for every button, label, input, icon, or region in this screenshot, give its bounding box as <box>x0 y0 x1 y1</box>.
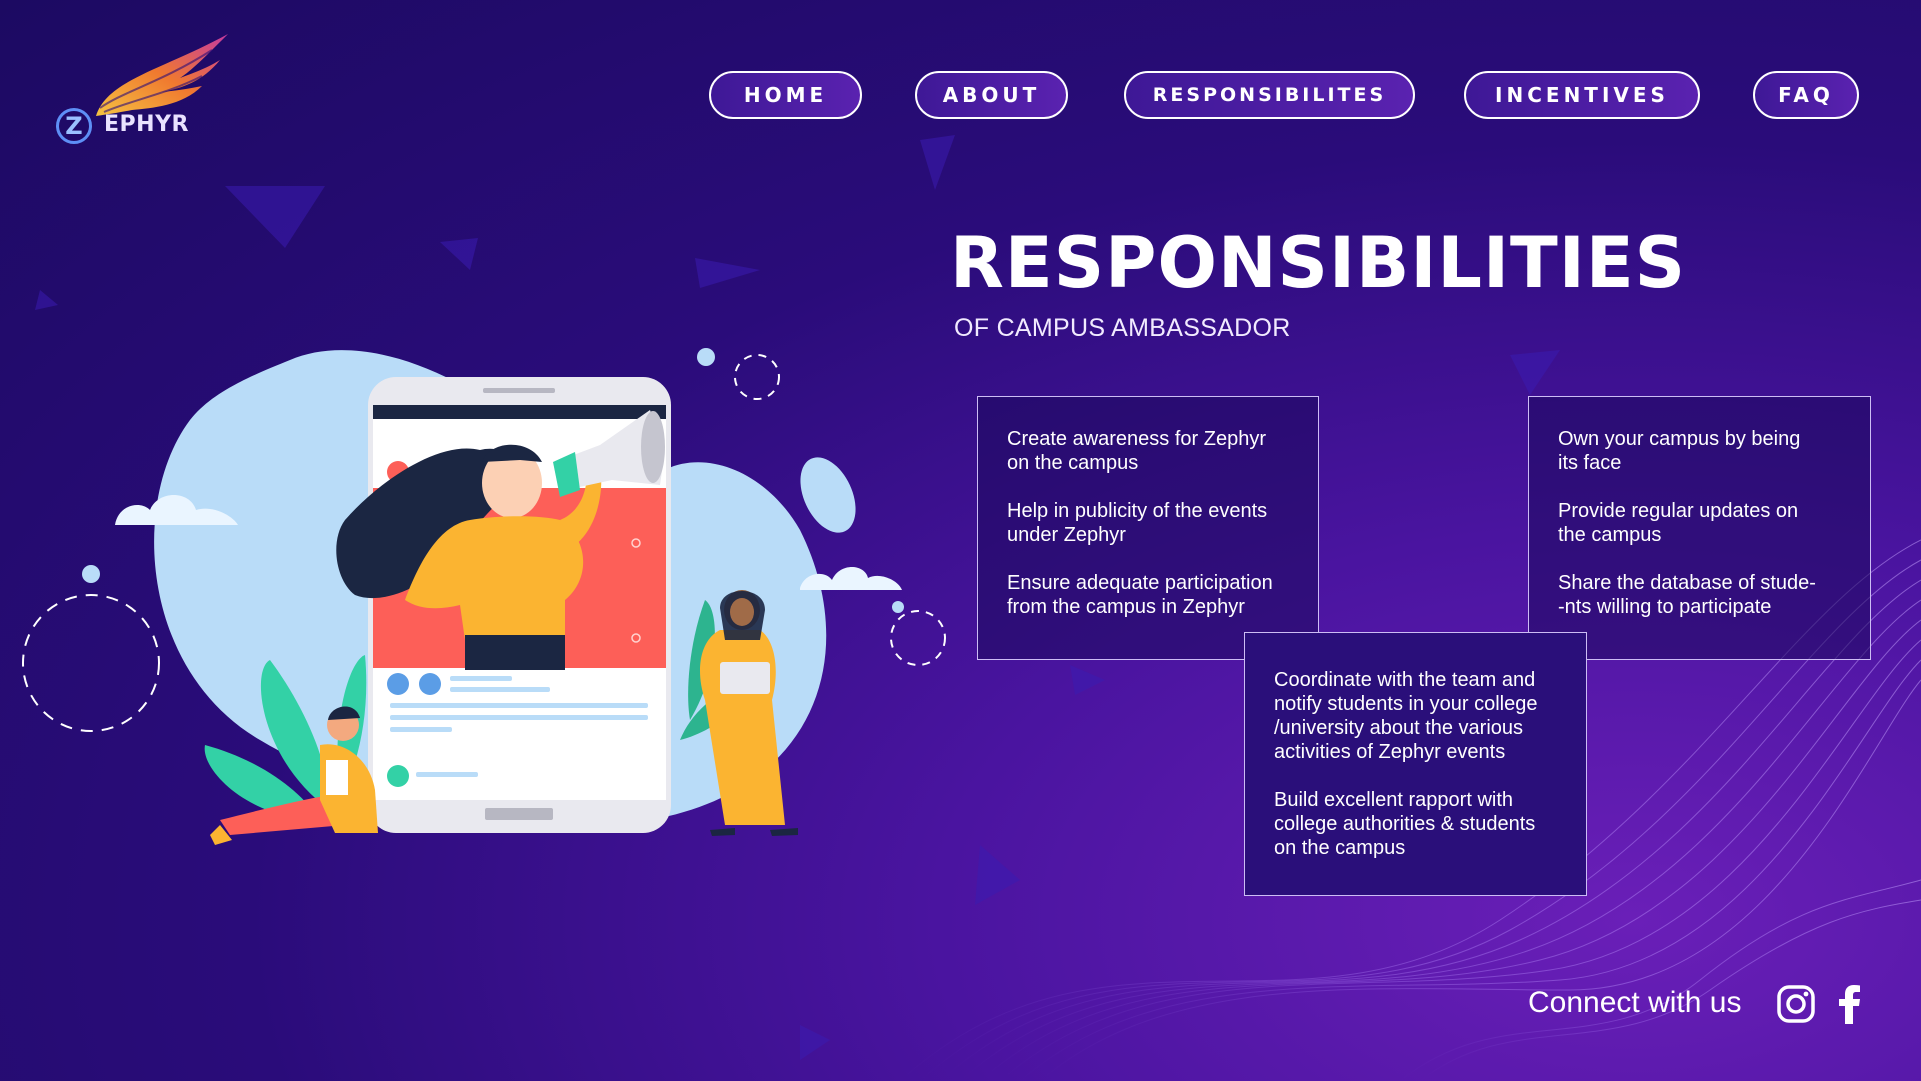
responsibility-item: Share the database of stude- -nts willin… <box>1558 572 1816 618</box>
nav-incentives-button[interactable]: INCENTIVES <box>1464 71 1700 119</box>
responsibility-item: Coordinate with the team and notify stud… <box>1274 669 1538 763</box>
dashed-circle-large <box>22 594 160 732</box>
dashed-circle-top <box>734 354 780 400</box>
nav-faq-button[interactable]: FAQ <box>1753 71 1859 119</box>
laptop-icon <box>720 662 770 694</box>
responsibility-item: Own your campus by being its face <box>1558 428 1801 474</box>
blob-drop <box>800 457 856 533</box>
dot-4 <box>892 601 904 613</box>
responsibility-card-3: Coordinate with the team and notify stud… <box>1244 632 1587 896</box>
responsibility-item: Ensure adequate participation from the c… <box>1007 572 1273 618</box>
nav-about-button[interactable]: ABOUT <box>915 71 1068 119</box>
dashed-circle-right <box>890 610 946 666</box>
dot-3 <box>697 348 715 366</box>
dot-1 <box>82 565 100 583</box>
page-title: RESPONSIBILITIES <box>950 222 1687 304</box>
responsibility-item: Provide regular updates on the campus <box>1558 500 1799 546</box>
nav-home-button[interactable]: HOME <box>709 71 862 119</box>
responsibility-card-2: Own your campus by being its face Provid… <box>1528 396 1871 660</box>
dot-2 <box>347 357 359 369</box>
responsibility-item: Build excellent rapport with college aut… <box>1274 789 1536 859</box>
top-nav: HOME ABOUT RESPONSIBILITES INCENTIVES FA… <box>0 71 1921 123</box>
responsibility-item: Help in publicity of the events under Ze… <box>1007 500 1268 546</box>
facebook-icon[interactable] <box>1830 984 1870 1024</box>
responsibility-card-1: Create awareness for Zephyr on the campu… <box>977 396 1319 660</box>
page-subtitle: OF CAMPUS AMBASSADOR <box>954 314 1291 342</box>
instagram-icon[interactable] <box>1776 984 1816 1024</box>
connect-label: Connect with us <box>1528 986 1742 1019</box>
campus-ambassador-illustration <box>22 348 946 845</box>
nav-responsibilities-button[interactable]: RESPONSIBILITES <box>1124 71 1415 119</box>
responsibility-item: Create awareness for Zephyr on the campu… <box>1007 428 1267 474</box>
